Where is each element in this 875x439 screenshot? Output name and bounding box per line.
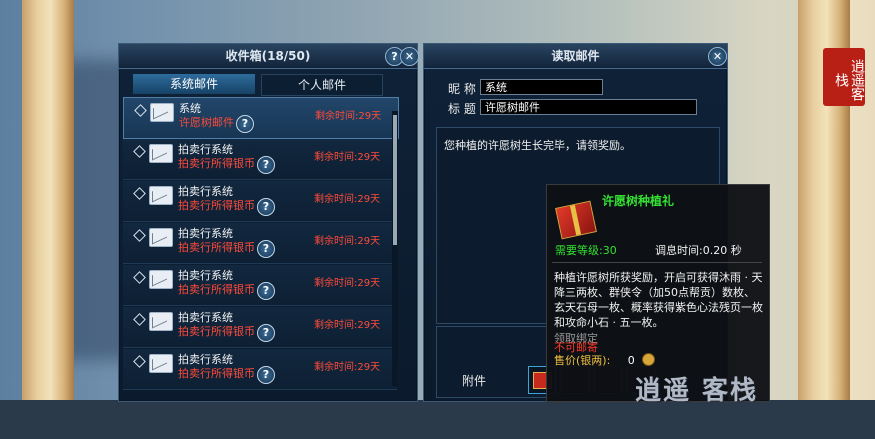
mail-body-text: 您种植的许愿树生长完毕，请领奖励。 — [444, 139, 631, 152]
diamond-icon — [133, 145, 146, 158]
diamond-icon — [133, 187, 146, 200]
mail-remaining-time: 剩余时间:29天 — [314, 236, 381, 247]
diamond-icon — [133, 271, 146, 284]
mail-remaining-time: 剩余时间:29天 — [314, 278, 381, 289]
tooltip-description: 种植许愿树所获奖励，开启可获得沐雨 · 天降三两枚、群侠令（加50点帮贡）数枚、… — [554, 271, 763, 329]
diamond-icon — [133, 355, 146, 368]
mail-list-item[interactable]: 拍卖行系统 拍卖行所得银币 ? 剩余时间:29天 — [123, 265, 397, 306]
envelope-icon — [149, 144, 173, 163]
mail-subject: 拍卖行所得银币 — [178, 283, 255, 296]
tab-system-mail[interactable]: 系统邮件 — [133, 74, 255, 94]
question-icon[interactable]: ? — [257, 156, 275, 174]
scrollbar-thumb[interactable] — [393, 115, 397, 245]
tooltip-divider — [552, 262, 762, 263]
coin-icon — [642, 353, 656, 366]
tooltip-price: 售价(银两): 0 — [554, 352, 656, 368]
inbox-panel: 收件箱(18/50) ? ✕ 系统邮件 个人邮件 系统 许愿树邮件 ? 剩余时间… — [118, 43, 419, 402]
subject-label: 标 题 — [448, 102, 476, 116]
mail-remaining-time: 剩余时间:29天 — [314, 320, 381, 331]
mail-list-scrollbar[interactable] — [392, 111, 398, 386]
close-inbox-button[interactable]: ✕ — [400, 47, 419, 66]
mail-list-item[interactable]: 拍卖行系统 拍卖行所得银币 ? 剩余时间:29天 — [123, 307, 397, 348]
diamond-icon — [134, 104, 147, 117]
mail-list-item[interactable]: 拍卖行系统 拍卖行所得银币 ? 剩余时间:29天 — [123, 139, 397, 180]
mail-subject: 拍卖行所得银币 — [178, 241, 255, 254]
mail-remaining-time: 剩余时间:29天 — [315, 111, 382, 122]
inbox-title: 收件箱(18/50) — [119, 44, 417, 69]
mail-remaining-time: 剩余时间:29天 — [314, 152, 381, 163]
envelope-icon — [149, 228, 173, 247]
envelope-icon — [149, 186, 173, 205]
mail-list-item[interactable]: 拍卖行系统 拍卖行所得银币 ? 剩余时间:29天 — [123, 181, 397, 222]
tooltip-cooldown: 调息时间:0.20 秒 — [655, 244, 742, 257]
mail-list: 系统 许愿树邮件 ? 剩余时间:29天 拍卖行系统 拍卖行所得银币 ? 剩余时间… — [123, 97, 399, 439]
envelope-icon — [149, 312, 173, 331]
question-icon[interactable]: ? — [257, 324, 275, 342]
question-icon[interactable]: ? — [257, 240, 275, 258]
nickname-label: 昵 称 — [448, 82, 476, 96]
mail-subject: 拍卖行所得银币 — [178, 199, 255, 212]
scroll-left-decoration — [22, 0, 74, 400]
mail-remaining-time: 剩余时间:29天 — [314, 194, 381, 205]
subject-field: 许愿树邮件 — [480, 99, 697, 115]
mail-list-item[interactable]: 拍卖行系统 拍卖行所得银币 ? 剩余时间:29天 — [123, 349, 397, 390]
envelope-icon — [149, 270, 173, 289]
read-mail-title: 读取邮件 — [424, 44, 727, 69]
mail-remaining-time: 剩余时间:29天 — [314, 362, 381, 373]
tooltip-item-name: 许愿树种植礼 — [602, 194, 675, 208]
mail-list-item[interactable]: 系统 许愿树邮件 ? 剩余时间:29天 — [123, 97, 399, 139]
nickname-field: 系统 — [480, 79, 603, 95]
mail-subject: 拍卖行所得银币 — [178, 367, 255, 380]
question-icon[interactable]: ? — [257, 366, 275, 384]
brand-seal: 逍遥客栈 — [823, 48, 865, 106]
question-icon[interactable]: ? — [257, 282, 275, 300]
diamond-icon — [133, 313, 146, 326]
tab-personal-mail[interactable]: 个人邮件 — [261, 74, 383, 96]
mail-list-item[interactable]: 拍卖行系统 拍卖行所得银币 ? 剩余时间:29天 — [123, 223, 397, 264]
brand-watermark: 逍遥 客栈 — [635, 376, 759, 406]
mail-subject: 拍卖行所得银币 — [178, 325, 255, 338]
tooltip-required-level: 需要等级:30 — [555, 244, 617, 257]
close-reader-button[interactable]: ✕ — [708, 47, 727, 66]
envelope-icon — [149, 354, 173, 373]
tooltip-price-label: 售价(银两): — [554, 354, 611, 367]
tooltip-price-value: 0 — [627, 354, 635, 367]
diamond-icon — [133, 229, 146, 242]
question-icon[interactable]: ? — [236, 115, 254, 133]
mail-subject: 许愿树邮件 — [179, 116, 234, 129]
attachment-label: 附件 — [462, 374, 487, 388]
mail-subject: 拍卖行所得银币 — [178, 157, 255, 170]
question-icon[interactable]: ? — [257, 198, 275, 216]
envelope-icon — [150, 103, 174, 122]
